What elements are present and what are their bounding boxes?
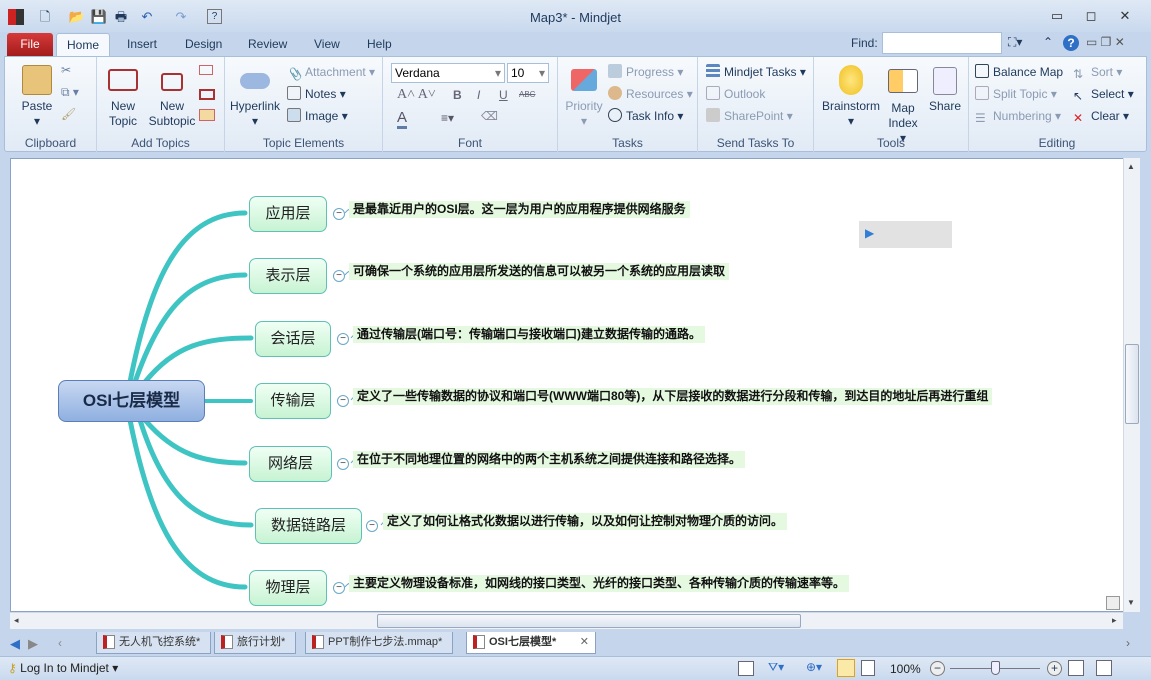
collapse-icon[interactable]: − <box>337 333 349 345</box>
branch-2 <box>132 272 248 385</box>
horizontal-scrollbar[interactable]: ◂ ▸ <box>10 612 1123 629</box>
layout-icon[interactable] <box>1096 660 1112 676</box>
topic-node[interactable]: 网络层 <box>249 446 332 482</box>
collapse-icon[interactable]: − <box>333 582 345 594</box>
map-view-icon[interactable] <box>837 659 855 677</box>
topic-node[interactable]: 会话层 <box>255 321 331 357</box>
doc-tab-label: PPT制作七步法.mmap* <box>328 636 443 648</box>
forward-arrow-icon[interactable]: ▶ <box>28 636 38 652</box>
topic-description[interactable]: 主要定义物理设备标准，如网线的接口类型、光纤的接口类型、各种传输介质的传输速率等… <box>349 575 850 592</box>
collapse-icon[interactable]: − <box>333 208 345 220</box>
topic-description[interactable]: 在位于不同地理位置的网络中的两个主机系统之间提供连接和路径选择。 <box>353 451 746 468</box>
doc-tab[interactable]: PPT制作七步法.mmap* <box>305 632 454 654</box>
doc-tab-active[interactable]: OSI七层模型* ✕ <box>466 632 596 654</box>
play-icon: ▶ <box>865 226 875 240</box>
collapse-icon[interactable]: − <box>366 520 378 532</box>
topic-description[interactable]: 定义了如何让格式化数据以进行传输，以及如何让控制对物理介质的访问。 <box>383 513 788 530</box>
branch-5 <box>142 417 248 466</box>
filter-icon[interactable]: ⛛▾ <box>768 660 784 675</box>
login-label: Log In to Mindjet <box>20 661 109 675</box>
tab-scroll-left-icon[interactable]: ‹ <box>58 636 62 650</box>
vertical-scrollbar[interactable]: ▲ ▼ <box>1123 158 1140 612</box>
close-tab-icon[interactable]: ✕ <box>580 632 589 652</box>
topic-node[interactable]: 表示层 <box>249 258 327 294</box>
outline-view-icon[interactable] <box>861 660 875 676</box>
scroll-right-arrow[interactable]: ▸ <box>1112 615 1117 626</box>
topic-node[interactable]: 应用层 <box>249 196 327 232</box>
horizontal-scroll-thumb[interactable] <box>377 614 801 628</box>
doc-tab[interactable]: 无人机飞控系统* <box>96 632 212 654</box>
doc-tab-label: OSI七层模型* <box>489 636 557 648</box>
zoom-in-button[interactable]: + <box>1047 661 1062 676</box>
topic-description[interactable]: 定义了一些传输数据的协议和端口号(WWW端口80等)，从下层接收的数据进行分段和… <box>353 388 993 405</box>
login-button[interactable]: ⚷ Log In to Mindjet ▾ <box>8 661 118 675</box>
zoom-slider-thumb[interactable] <box>991 661 1000 675</box>
tab-scroll-right-icon[interactable]: › <box>1126 636 1130 650</box>
topic-description[interactable]: 通过传输层(端口号：传输端口与接收端口)建立数据传输的通路。 <box>353 326 705 343</box>
focus-icon[interactable]: ⊕▾ <box>806 660 822 674</box>
map-file-icon <box>473 635 485 649</box>
fit-map-icon[interactable] <box>1068 660 1084 676</box>
doc-tab[interactable]: 旅行计划* <box>214 632 297 654</box>
collapse-icon[interactable]: − <box>337 458 349 470</box>
scroll-up-arrow[interactable]: ▲ <box>1127 162 1135 171</box>
back-arrow-icon[interactable]: ◀ <box>10 636 20 652</box>
map-file-icon <box>312 635 324 649</box>
overview-icon[interactable] <box>1106 596 1120 610</box>
topic-node[interactable]: 数据链路层 <box>255 508 362 544</box>
map-file-icon <box>221 635 233 649</box>
floating-play-widget[interactable]: ▶ <box>859 221 952 248</box>
topic-node[interactable]: 物理层 <box>249 570 327 606</box>
scroll-down-arrow[interactable]: ▼ <box>1127 598 1135 607</box>
vertical-scroll-thumb[interactable] <box>1125 344 1139 424</box>
page-view-icon[interactable] <box>738 661 754 676</box>
topic-description[interactable]: 可确保一个系统的应用层所发送的信息可以被另一个系统的应用层读取 <box>349 263 730 280</box>
zoom-out-button[interactable]: − <box>930 661 945 676</box>
status-bar: ⚷ Log In to Mindjet ▾ ⛛▾ ⊕▾ 100% − + <box>0 656 1151 680</box>
scroll-left-arrow[interactable]: ◂ <box>14 615 19 626</box>
topic-node[interactable]: 传输层 <box>255 383 331 419</box>
collapse-icon[interactable]: − <box>333 270 345 282</box>
doc-tab-label: 无人机飞控系统* <box>119 636 201 648</box>
doc-tab-label: 旅行计划* <box>237 636 286 648</box>
zoom-level: 100% <box>890 662 921 676</box>
branch-3 <box>142 335 254 385</box>
central-topic[interactable]: OSI七层模型 <box>58 380 205 422</box>
key-icon: ⚷ <box>8 661 17 675</box>
collapse-icon[interactable]: − <box>337 395 349 407</box>
topic-description[interactable]: 是最靠近用户的OSI层。这一层为用户的应用程序提供网络服务 <box>349 201 690 218</box>
map-file-icon <box>103 635 115 649</box>
